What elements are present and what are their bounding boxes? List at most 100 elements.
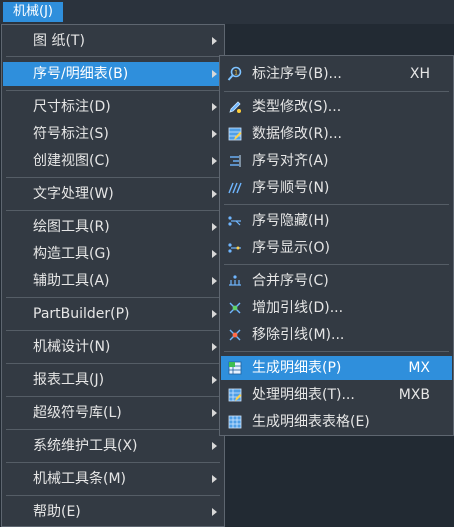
svg-text:1: 1 [234, 70, 238, 77]
submenu-item-label: 序号隐藏(H) [252, 213, 330, 229]
separator [6, 330, 220, 331]
shortcut-label: MX [408, 360, 430, 376]
submenu-item-remove-leader[interactable]: 移除引线(M)... [221, 323, 452, 347]
menu-item-drawing[interactable]: 图 纸(T) [3, 29, 223, 53]
submenu-item-label: 生成明细表(P) [252, 360, 342, 376]
magnifier-number-icon: 1 [227, 66, 242, 81]
menu-item-label: 报表工具(J) [33, 372, 105, 388]
menu-item-label: 机械设计(N) [33, 339, 111, 355]
submenu-arrow-icon [212, 70, 217, 78]
submenu-arrow-icon [212, 310, 217, 318]
menu-item-text[interactable]: 文字处理(W) [3, 182, 223, 206]
submenu-arrow-icon [212, 250, 217, 258]
menu-item-mech-design[interactable]: 机械设计(N) [3, 335, 223, 359]
generate-bom-icon [228, 361, 242, 375]
submenu-item-data-edit[interactable]: 数据修改(R)... [221, 122, 452, 146]
submenu-item-generate-bom[interactable]: 生成明细表(P) MX [221, 356, 452, 380]
submenu-item-add-leader[interactable]: 增加引线(D)... [221, 296, 452, 320]
show-leader-icon [228, 243, 241, 253]
menu-item-label: 尺寸标注(D) [33, 99, 111, 115]
menu-item-symbol-library[interactable]: 超级符号库(L) [3, 401, 223, 425]
submenu-item-sequence[interactable]: 序号顺号(N) [221, 176, 452, 200]
menu-machinery[interactable]: 机械(J) [3, 2, 63, 22]
menu-item-create-view[interactable]: 创建视图(C) [3, 149, 223, 173]
menubar: 机械(J) [0, 0, 454, 24]
menu-item-label: 序号/明细表(B) [33, 66, 129, 82]
hide-leader-icon [228, 216, 241, 226]
menu-item-label: PartBuilder(P) [33, 306, 130, 322]
menu-item-label: 系统维护工具(X) [33, 438, 138, 454]
menu-item-label: 帮助(E) [33, 504, 81, 520]
balloon-bom-submenu: 1 标注序号(B)... XH 类型修改(S)... 数据修改(R)... 序号… [219, 55, 454, 436]
submenu-arrow-icon [212, 157, 217, 165]
menu-item-label: 符号标注(S) [33, 126, 109, 142]
submenu-item-label: 标注序号(B)... [252, 66, 342, 82]
merge-numbers-icon [229, 275, 241, 286]
menu-item-label: 辅助工具(A) [33, 273, 110, 289]
separator [6, 56, 220, 57]
submenu-arrow-icon [212, 409, 217, 417]
table-edit-icon [228, 127, 242, 141]
separator [224, 204, 449, 205]
submenu-arrow-icon [212, 130, 217, 138]
menu-item-draw-tools[interactable]: 绘图工具(R) [3, 215, 223, 239]
menu-item-construct-tools[interactable]: 构造工具(G) [3, 242, 223, 266]
submenu-item-label: 类型修改(S)... [252, 99, 342, 115]
menu-item-report-tools[interactable]: 报表工具(J) [3, 368, 223, 392]
submenu-item-show[interactable]: 序号显示(O) [221, 236, 452, 260]
menu-item-maintenance[interactable]: 系统维护工具(X) [3, 434, 223, 458]
separator [6, 429, 220, 430]
submenu-arrow-icon [212, 508, 217, 516]
separator [224, 264, 449, 265]
menu-item-label: 机械工具条(M) [33, 471, 127, 487]
menu-item-partbuilder[interactable]: PartBuilder(P) [3, 302, 223, 326]
submenu-item-label: 合并序号(C) [252, 273, 329, 289]
submenu-item-align[interactable]: 序号对齐(A) [221, 149, 452, 173]
separator [224, 91, 449, 92]
menu-item-label: 图 纸(T) [33, 33, 85, 49]
sequence-lines-icon [228, 182, 242, 194]
submenu-arrow-icon [212, 190, 217, 198]
menu-item-toolbar[interactable]: 机械工具条(M) [3, 467, 223, 491]
submenu-arrow-icon [212, 223, 217, 231]
bom-table-icon [228, 415, 242, 429]
submenu-item-type-edit[interactable]: 类型修改(S)... [221, 95, 452, 119]
menu-item-label: 创建视图(C) [33, 153, 110, 169]
submenu-arrow-icon [212, 103, 217, 111]
menu-item-symbol[interactable]: 符号标注(S) [3, 122, 223, 146]
menu-item-balloon-bom[interactable]: 序号/明细表(B) [3, 62, 223, 86]
menu-item-label: 构造工具(G) [33, 246, 111, 262]
shortcut-label: MXB [398, 387, 430, 403]
submenu-item-label: 增加引线(D)... [252, 300, 344, 316]
separator [6, 462, 220, 463]
submenu-arrow-icon [212, 475, 217, 483]
submenu-item-merge[interactable]: 合并序号(C) [221, 269, 452, 293]
submenu-item-label: 移除引线(M)... [252, 327, 345, 343]
submenu-item-process-bom[interactable]: 处理明细表(T)... MXB [221, 383, 452, 407]
submenu-item-label: 处理明细表(T)... [252, 387, 355, 403]
submenu-item-label: 数据修改(R)... [252, 126, 343, 142]
menu-item-help[interactable]: 帮助(E) [3, 500, 223, 524]
submenu-item-bom-table[interactable]: 生成明细表表格(E) [221, 410, 452, 434]
remove-leader-icon [229, 329, 241, 341]
align-lines-icon [230, 155, 241, 167]
submenu-item-label: 生成明细表表格(E) [252, 414, 370, 430]
submenu-item-add-balloon[interactable]: 1 标注序号(B)... XH [221, 62, 452, 86]
menu-item-label: 超级符号库(L) [33, 405, 122, 421]
machinery-menu: 图 纸(T) 序号/明细表(B) 尺寸标注(D) 符号标注(S) 创建视图(C)… [1, 24, 225, 527]
menu-item-dimension[interactable]: 尺寸标注(D) [3, 95, 223, 119]
menu-item-aux-tools[interactable]: 辅助工具(A) [3, 269, 223, 293]
separator [224, 351, 449, 352]
separator [6, 177, 220, 178]
submenu-arrow-icon [212, 37, 217, 45]
submenu-arrow-icon [212, 277, 217, 285]
submenu-arrow-icon [212, 343, 217, 351]
menu-item-label: 文字处理(W) [33, 186, 114, 202]
pencil-edit-icon [229, 101, 241, 113]
submenu-item-label: 序号显示(O) [252, 240, 330, 256]
menu-item-label: 绘图工具(R) [33, 219, 110, 235]
separator [6, 495, 220, 496]
separator [6, 210, 220, 211]
submenu-item-label: 序号顺号(N) [252, 180, 330, 196]
submenu-item-hide[interactable]: 序号隐藏(H) [221, 209, 452, 233]
